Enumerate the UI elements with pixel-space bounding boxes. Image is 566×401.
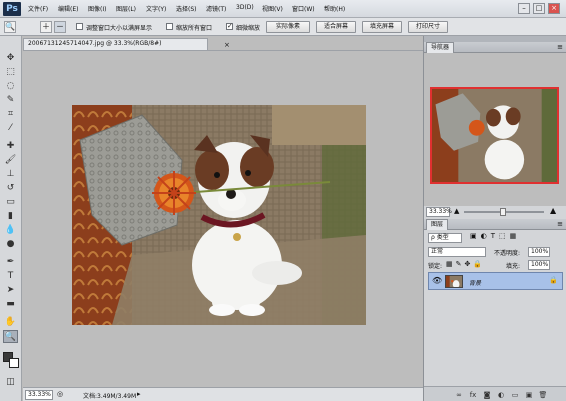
- menu-3d[interactable]: 3D(D): [236, 4, 254, 11]
- document-tab[interactable]: 20067131245714047.jpg @ 33.3%(RGB/8#) ×: [23, 38, 230, 50]
- opacity-label: 不透明度:: [494, 250, 521, 257]
- zoom-out-icon[interactable]: －: [54, 21, 66, 33]
- opacity-field[interactable]: 100%: [528, 247, 550, 257]
- clone-stamp-tool-icon[interactable]: ⊥: [3, 168, 18, 181]
- lasso-tool-icon[interactable]: ◌: [3, 80, 18, 93]
- new-group-icon[interactable]: ▭: [510, 391, 520, 399]
- canvas-area[interactable]: [23, 50, 423, 387]
- fill-field[interactable]: 100%: [528, 260, 550, 270]
- minimize-button[interactable]: –: [518, 3, 530, 14]
- move-tool-icon[interactable]: ✥: [3, 52, 18, 65]
- resize-windows-label: 调整窗口大小以满屏显示: [86, 25, 153, 32]
- fill-screen-button[interactable]: 填充屏幕: [362, 21, 402, 33]
- zoom-in-icon[interactable]: ＋: [40, 21, 52, 33]
- menu-window[interactable]: 窗口(W): [292, 4, 315, 13]
- close-button[interactable]: ×: [548, 3, 560, 14]
- navigator-thumbnail[interactable]: [430, 87, 559, 184]
- zoom-all-label: 缩放所有窗口: [176, 25, 213, 32]
- print-size-button[interactable]: 打印尺寸: [408, 21, 448, 33]
- tab-navigator[interactable]: 导航器: [426, 42, 455, 53]
- toolbox: ✥ ⬚ ◌ ✎ ⌗ ⁄ ✚ 🖌 ⊥ ↺ ▭ ▮ 💧 ● ✒ T ➤ ▬ ✋ 🔍 …: [0, 36, 22, 401]
- scrubby-zoom-checkbox[interactable]: [226, 22, 233, 30]
- shape-tool-icon[interactable]: ▬: [3, 298, 18, 311]
- hand-tool-icon[interactable]: ✋: [3, 316, 18, 329]
- menu-type[interactable]: 文字(Y): [146, 4, 166, 13]
- navigator-preview-image: [432, 89, 557, 182]
- navigator-zoom-in-icon[interactable]: ▲: [550, 206, 556, 215]
- link-layers-icon[interactable]: ∞: [454, 391, 464, 399]
- background-color-swatch[interactable]: [9, 358, 19, 368]
- fit-screen-button[interactable]: 适合屏幕: [316, 21, 356, 33]
- new-layer-icon[interactable]: ▣: [524, 391, 534, 399]
- panel-menu-icon[interactable]: ≡: [557, 43, 563, 51]
- lock-label: 锁定:: [428, 263, 443, 270]
- eraser-tool-icon[interactable]: ▭: [3, 196, 18, 209]
- quick-select-tool-icon[interactable]: ✎: [3, 94, 18, 107]
- menu-help[interactable]: 帮助(H): [324, 4, 345, 13]
- lock-options-icons[interactable]: ▦✎✥🔒: [446, 260, 485, 268]
- blur-tool-icon[interactable]: 💧: [3, 224, 18, 237]
- zoom-all-checkbox[interactable]: [166, 23, 173, 30]
- document-size: 文档:3.49M/3.49M: [83, 393, 137, 400]
- navigator-zoom-bar: 33.33% ▲ ▲: [424, 206, 566, 218]
- resize-windows-checkbox[interactable]: [76, 23, 83, 30]
- document-title: 20067131245714047.jpg @ 33.3%(RGB/8#): [28, 40, 162, 47]
- layer-lock-icon: 🔒: [549, 276, 558, 284]
- layer-filter-kind[interactable]: ρ 类型: [428, 233, 462, 243]
- adjustment-layer-icon[interactable]: ◐: [496, 391, 506, 399]
- layers-panel-header: 图层 ≡: [424, 219, 566, 230]
- dodge-tool-icon[interactable]: ●: [3, 238, 18, 251]
- brush-tool-icon[interactable]: 🖌: [3, 154, 18, 167]
- layer-filter-icons[interactable]: ▣◐T⬚▦: [470, 232, 520, 240]
- history-brush-tool-icon[interactable]: ↺: [3, 182, 18, 195]
- menu-image[interactable]: 图像(I): [88, 4, 106, 13]
- navigator-panel-header: 导航器 ≡: [424, 42, 566, 53]
- type-tool-icon[interactable]: T: [3, 270, 18, 283]
- zoom-tool-preset-icon[interactable]: 🔍: [4, 21, 16, 33]
- layer-style-icon[interactable]: fx: [468, 391, 478, 399]
- menu-file[interactable]: 文件(F): [28, 4, 48, 13]
- status-info-icon[interactable]: ◎: [57, 390, 63, 398]
- blend-mode-select[interactable]: 正常: [428, 247, 486, 257]
- document-image: [72, 105, 366, 325]
- path-select-tool-icon[interactable]: ➤: [3, 284, 18, 297]
- navigator-zoom-out-icon[interactable]: ▲: [454, 207, 459, 215]
- navigator-body[interactable]: [424, 53, 566, 213]
- menu-bar: Ps 文件(F) 编辑(E) 图像(I) 图层(L) 文字(Y) 选择(S) 滤…: [0, 0, 566, 18]
- options-bar: 🔍 ＋ － 调整窗口大小以满屏显示 缩放所有窗口 细微缩放 实际像素 适合屏幕 …: [0, 18, 566, 36]
- marquee-tool-icon[interactable]: ⬚: [3, 66, 18, 79]
- menu-view[interactable]: 视图(V): [262, 4, 283, 13]
- menu-filter[interactable]: 滤镜(T): [206, 4, 226, 13]
- menu-select[interactable]: 选择(S): [176, 4, 197, 13]
- layer-thumbnail: [445, 275, 463, 288]
- layer-row-background[interactable]: 👁 背景 🔒: [428, 272, 563, 290]
- close-document-icon[interactable]: ×: [224, 40, 230, 50]
- quick-mask-icon[interactable]: ◫: [3, 376, 18, 389]
- right-panel-dock: 导航器 ≡ 33.33% ▲ ▲ 图层 ≡ ρ 类型 ▣◐T⬚▦ 正常 不透明度…: [423, 36, 566, 401]
- maximize-button[interactable]: □: [533, 3, 545, 14]
- status-menu-arrow-icon[interactable]: ▸: [137, 390, 141, 398]
- zoom-level-field[interactable]: 33.33%: [25, 390, 53, 400]
- actual-pixels-button[interactable]: 实际像素: [266, 21, 310, 33]
- fill-label: 填充:: [506, 263, 521, 270]
- tab-layers[interactable]: 图层: [426, 219, 449, 230]
- pen-tool-icon[interactable]: ✒: [3, 256, 18, 269]
- layer-name: 背景: [469, 280, 482, 287]
- eyedropper-tool-icon[interactable]: ⁄: [3, 122, 18, 135]
- app-logo: Ps: [3, 2, 21, 16]
- gradient-tool-icon[interactable]: ▮: [3, 210, 18, 223]
- add-mask-icon[interactable]: ◙: [482, 391, 492, 399]
- menu-edit[interactable]: 编辑(E): [58, 4, 78, 13]
- healing-brush-tool-icon[interactable]: ✚: [3, 140, 18, 153]
- navigator-zoom-field[interactable]: 33.33%: [426, 207, 452, 217]
- zoom-tool-icon[interactable]: 🔍: [3, 330, 18, 343]
- delete-layer-icon[interactable]: 🗑: [538, 391, 548, 399]
- layers-panel-menu-icon[interactable]: ≡: [557, 220, 563, 228]
- navigator-zoom-slider-handle[interactable]: [500, 208, 506, 216]
- visibility-eye-icon[interactable]: 👁: [432, 276, 442, 285]
- status-bar: 33.33% ◎ 文档:3.49M/3.49M ▸: [23, 387, 423, 401]
- scrubby-zoom-label: 细微缩放: [236, 25, 261, 32]
- menu-layer[interactable]: 图层(L): [116, 4, 136, 13]
- crop-tool-icon[interactable]: ⌗: [3, 108, 18, 121]
